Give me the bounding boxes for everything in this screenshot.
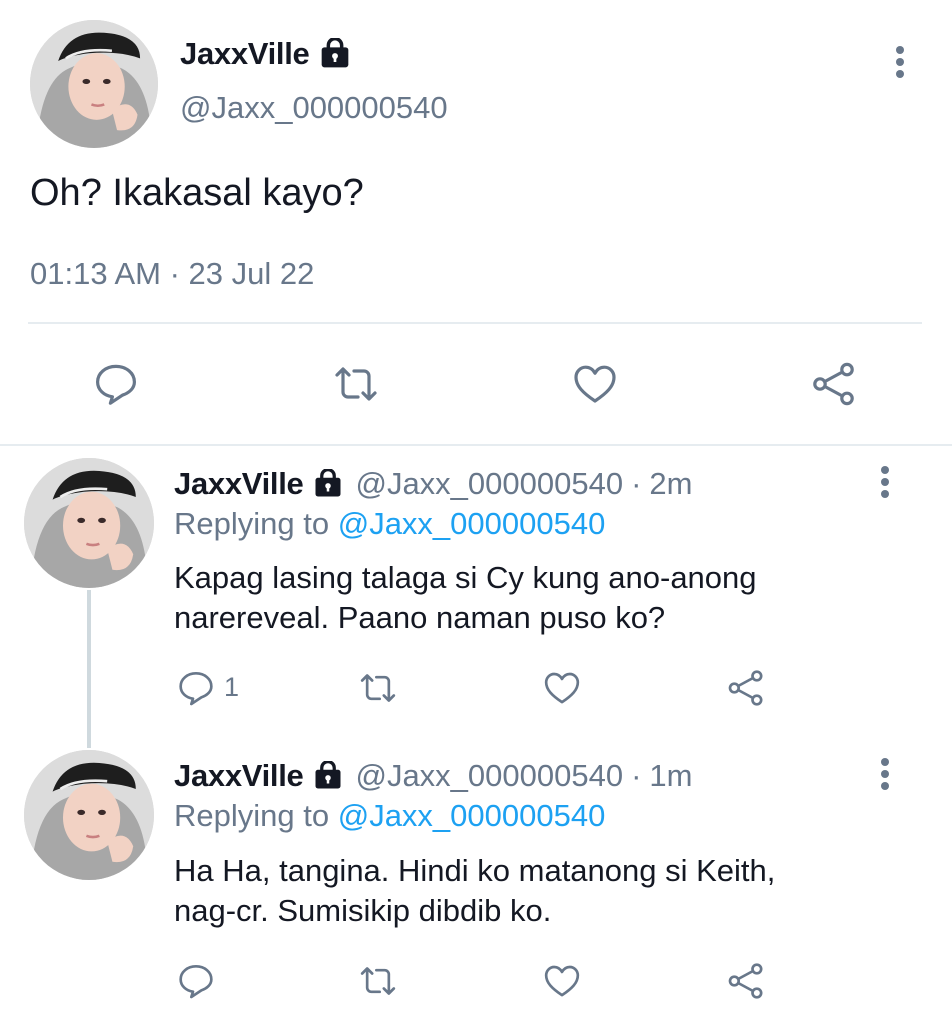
handle[interactable]: @Jaxx_000000540 bbox=[180, 90, 448, 126]
retweet-icon[interactable] bbox=[332, 360, 380, 408]
thread-connector bbox=[87, 590, 91, 748]
replying-to-label: Replying to bbox=[174, 506, 338, 541]
lock-icon bbox=[313, 468, 343, 499]
mention-link[interactable]: @Jaxx_000000540 bbox=[338, 798, 606, 833]
display-name-row: JaxxVille bbox=[180, 36, 351, 72]
tweet-text: Oh? Ikakasal kayo? bbox=[30, 172, 364, 214]
avatar-image bbox=[30, 20, 158, 148]
share-icon[interactable] bbox=[810, 360, 858, 408]
separator: · bbox=[631, 466, 642, 501]
avatar[interactable] bbox=[24, 458, 154, 588]
reply-icon[interactable] bbox=[176, 961, 216, 1001]
handle[interactable]: @Jaxx_000000540 bbox=[355, 466, 623, 502]
handle[interactable]: @Jaxx_000000540 bbox=[355, 758, 623, 794]
share-icon[interactable] bbox=[726, 668, 766, 708]
retweet-icon[interactable] bbox=[358, 668, 398, 708]
tweet-timestamp: 01:13 AM · 23 Jul 22 bbox=[30, 256, 315, 291]
lock-icon bbox=[313, 760, 343, 791]
separator: · bbox=[631, 758, 642, 793]
reply-count: 1 bbox=[224, 672, 240, 702]
reply-text-line: Ha Ha, tangina. Hindi ko matanong si Kei… bbox=[174, 853, 776, 888]
display-name[interactable]: JaxxVille bbox=[174, 466, 304, 502]
reply-text-line: nag-cr. Sumisikip dibdib ko. bbox=[174, 893, 552, 928]
like-icon[interactable] bbox=[542, 668, 582, 708]
avatar[interactable] bbox=[30, 20, 158, 148]
mention-link[interactable]: @Jaxx_000000540 bbox=[338, 506, 606, 541]
avatar-image bbox=[24, 750, 154, 880]
replying-to-label: Replying to bbox=[174, 798, 338, 833]
share-icon[interactable] bbox=[726, 961, 766, 1001]
relative-time: 1m bbox=[649, 758, 693, 793]
divider bbox=[28, 322, 922, 324]
avatar-image bbox=[24, 458, 154, 588]
like-icon[interactable] bbox=[542, 961, 582, 1001]
more-options-icon[interactable] bbox=[870, 754, 900, 794]
display-name[interactable]: JaxxVille bbox=[180, 36, 310, 72]
reply-icon[interactable] bbox=[176, 668, 216, 708]
reply-text-line: Kapag lasing talaga si Cy kung ano-anong bbox=[174, 560, 757, 595]
reply-text-line: narereveal. Paano naman puso ko? bbox=[174, 600, 666, 635]
reply-text: Ha Ha, tangina. Hindi ko matanong si Kei… bbox=[174, 851, 894, 931]
avatar[interactable] bbox=[24, 750, 154, 880]
reply-icon[interactable] bbox=[92, 360, 140, 408]
main-tweet: JaxxVille @Jaxx_000000540 Oh? Ikakasal k… bbox=[0, 0, 952, 446]
replying-to: Replying to @Jaxx_000000540 bbox=[174, 798, 605, 834]
reply-header: JaxxVille @Jaxx_000000540 · 1m bbox=[174, 758, 693, 794]
retweet-icon[interactable] bbox=[358, 961, 398, 1001]
reply-header: JaxxVille @Jaxx_000000540 · 2m bbox=[174, 466, 693, 502]
more-options-icon[interactable] bbox=[870, 462, 900, 502]
reply-text: Kapag lasing talaga si Cy kung ano-anong… bbox=[174, 558, 894, 638]
replying-to: Replying to @Jaxx_000000540 bbox=[174, 506, 605, 542]
like-icon[interactable] bbox=[571, 360, 619, 408]
more-options-icon[interactable] bbox=[885, 42, 915, 82]
lock-icon bbox=[319, 36, 351, 70]
tweet-detail-screen: JaxxVille @Jaxx_000000540 Oh? Ikakasal k… bbox=[0, 0, 952, 1024]
display-name[interactable]: JaxxVille bbox=[174, 758, 304, 794]
relative-time: 2m bbox=[649, 466, 693, 501]
